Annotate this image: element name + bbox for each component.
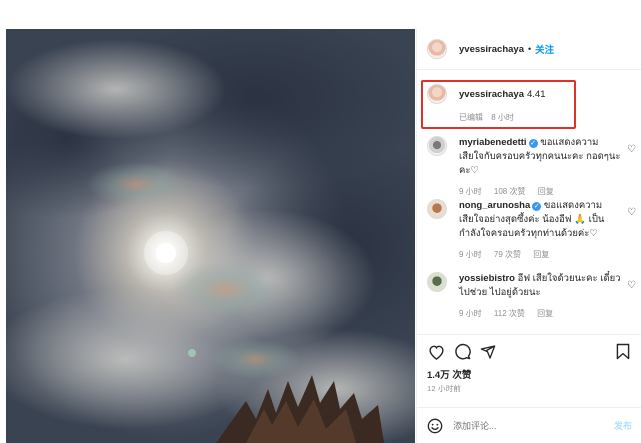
comment-item: nong_arunosha ✓ ขอแสดงความเสียใจอย่างสุดซ… (417, 199, 641, 260)
commenter-username[interactable]: myriabenedetti (459, 137, 527, 148)
author-username[interactable]: yvessirachaya (459, 44, 524, 55)
posted-time[interactable]: 12 小时前 (427, 383, 461, 394)
commenter-username[interactable]: yossiebistro (459, 273, 515, 284)
commenter-username[interactable]: nong_arunosha (459, 200, 530, 211)
comment-time[interactable]: 9 小时 (459, 309, 482, 318)
sky-photo (6, 29, 415, 443)
add-comment-bar: 发布 (417, 407, 641, 443)
post-action-bar (417, 334, 641, 362)
instagram-post-dialog: yvessirachaya • 关注 yvessirachaya 4.41 已编辑… (0, 0, 641, 443)
likes-count[interactable]: 1.4万 次赞 (427, 367, 471, 381)
comment-like-heart-icon[interactable]: ♡ (627, 207, 636, 218)
comment-likes[interactable]: 108 次赞 (494, 187, 526, 196)
comment-icon[interactable] (453, 343, 471, 361)
comment-likes[interactable]: 79 次赞 (494, 250, 521, 259)
reply-button[interactable]: 回复 (533, 250, 549, 259)
post-side-panel: yvessirachaya • 关注 yvessirachaya 4.41 已编辑… (416, 29, 641, 443)
post-header: yvessirachaya • 关注 (417, 29, 641, 70)
comment-input[interactable] (453, 420, 583, 431)
comment-time[interactable]: 9 小时 (459, 250, 482, 259)
reply-button[interactable]: 回复 (537, 309, 553, 318)
share-icon[interactable] (479, 343, 497, 361)
comment-likes[interactable]: 112 次赞 (494, 309, 525, 318)
comment-like-heart-icon[interactable]: ♡ (627, 144, 636, 155)
highlight-box (421, 80, 576, 129)
comment-like-heart-icon[interactable]: ♡ (627, 280, 636, 291)
verified-badge-icon: ✓ (532, 202, 542, 211)
follow-button[interactable]: 关注 (535, 42, 554, 56)
heart-icon[interactable] (427, 343, 445, 361)
separator-dot: • (527, 44, 532, 54)
commenter-avatar[interactable] (427, 136, 447, 156)
author-avatar[interactable] (427, 39, 447, 59)
commenter-avatar[interactable] (427, 272, 447, 292)
reply-button[interactable]: 回复 (538, 187, 554, 196)
bookmark-icon[interactable] (614, 343, 632, 361)
post-comment-button[interactable]: 发布 (614, 419, 632, 432)
verified-badge-icon: ✓ (528, 139, 538, 148)
post-image[interactable] (6, 29, 415, 443)
comment-item: yossiebistro อีฟ เสียใจด้วยนะคะ เดี๋ยวไป… (417, 272, 641, 319)
comment-item: myriabenedetti ✓ ขอแสดงความเสียใจกับครอบค… (417, 136, 641, 197)
comment-time[interactable]: 9 小时 (459, 187, 482, 196)
commenter-avatar[interactable] (427, 199, 447, 219)
smiley-icon[interactable] (427, 418, 443, 434)
